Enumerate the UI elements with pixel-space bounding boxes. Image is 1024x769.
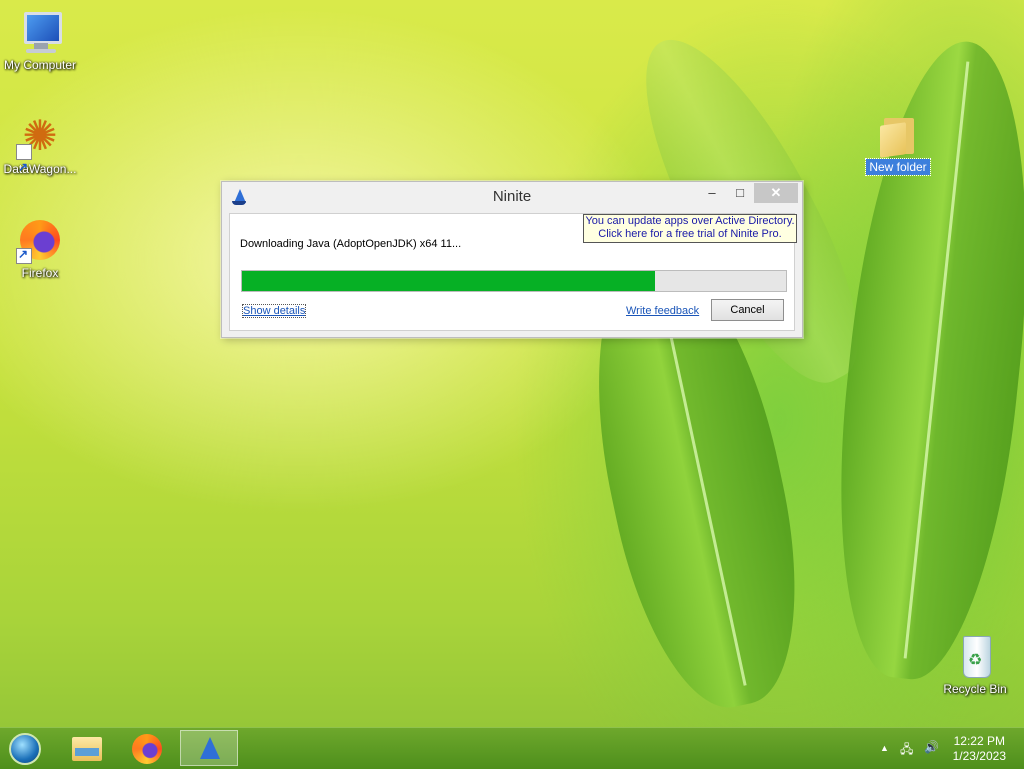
promo-line: You can update apps over Active Director… [585,215,795,227]
download-status: Downloading Java (AdoptOpenJDK) x64 11..… [240,238,462,250]
folder-icon [874,110,922,158]
taskbar-ninite[interactable] [180,730,238,766]
maximize-button[interactable]: □ [728,183,752,203]
ninite-icon [200,737,220,759]
clock[interactable]: 12:22 PM 1/23/2023 [953,734,1006,764]
cancel-button[interactable]: Cancel [711,299,784,321]
recycle-bin-icon: ♻ [951,632,999,680]
promo-line: Click here for a free trial of Ninite Pr… [598,228,782,240]
clock-time: 12:22 PM [953,734,1005,748]
network-icon[interactable]: 🖧 [900,740,913,761]
progress-fill [242,271,656,291]
window-client-area: You can update apps over Active Director… [229,213,797,331]
taskbar-firefox[interactable] [118,730,170,766]
minimize-button[interactable]: – [700,183,724,203]
close-button[interactable]: ✕ [754,183,798,203]
download-progress-bar [241,270,787,292]
computer-icon [16,8,64,56]
desktop-icon-recycle-bin[interactable]: ♻ Recycle Bin [935,632,1015,696]
firefox-icon [132,734,162,764]
window-titlebar[interactable]: Ninite – □ ✕ [222,182,802,212]
volume-icon[interactable]: 🔊 [924,740,939,754]
desktop-icon-label-editing[interactable]: New folder [865,158,931,176]
clock-date: 1/23/2023 [952,749,1006,763]
shortcut-arrow-icon [16,247,32,264]
start-orb-icon [9,733,41,765]
taskbar: ▲ 🖧 🔊 12:22 PM 1/23/2023 [0,727,1024,769]
desktop-icon-new-folder[interactable]: New folder [858,110,938,176]
desktop-icon-label: Recycle Bin [943,682,1007,696]
shortcut-arrow-icon [16,143,32,191]
desktop-icon-firefox[interactable]: Firefox [0,216,80,280]
write-feedback-link[interactable]: Write feedback [626,305,699,317]
show-hidden-icons-chevron-icon[interactable]: ▲ [880,743,889,753]
desktop-icon-my-computer[interactable]: My Computer [0,8,80,72]
datawagon-icon: ✺ [16,112,64,191]
start-button[interactable] [0,730,52,766]
ninite-window: Ninite – □ ✕ You can update apps over Ac… [221,181,803,338]
desktop-icon-datawagon[interactable]: ✺ DataWagon... [0,112,80,191]
firefox-icon [16,216,64,264]
desktop-icon-label: My Computer [3,58,77,72]
show-details-link[interactable]: Show details [241,304,307,318]
desktop-icon-label: Firefox [21,266,59,280]
desktop-icon-label: DataWagon... [3,162,77,176]
taskbar-file-explorer[interactable] [58,730,110,766]
ninite-pro-promo-link[interactable]: You can update apps over Active Director… [583,214,797,243]
system-tray: ▲ 🖧 🔊 12:22 PM 1/23/2023 [864,728,1024,769]
